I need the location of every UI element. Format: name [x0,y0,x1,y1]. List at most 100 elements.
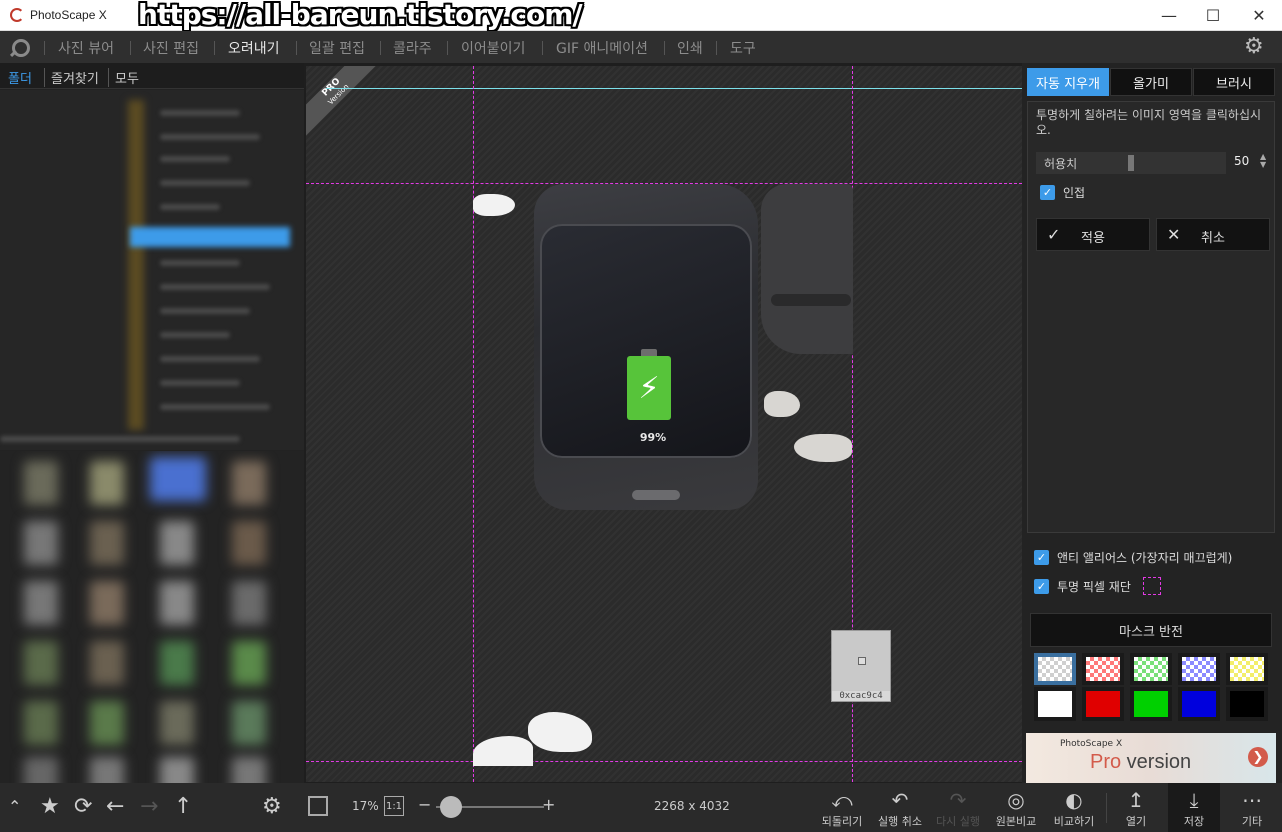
browser-tabs: 폴더 즐겨찾기 모두 [0,63,304,89]
zoom-level[interactable]: 17% [352,799,379,813]
promo-title: Pro version [1090,751,1191,774]
tolerance-slider[interactable]: 허용치 [1036,152,1226,174]
swatch-red-checker[interactable] [1082,653,1124,685]
swatch-yellow-checker[interactable] [1226,653,1268,685]
close-icon[interactable]: ✕ [1236,0,1282,31]
watch-strap [761,184,853,354]
revert-icon: ⤺ [831,788,853,812]
menu-photo-viewer[interactable]: 사진 뷰어 [58,38,114,58]
adjacent-checkbox[interactable]: ✓ [1040,185,1055,200]
image-dimensions: 2268 x 4032 [654,799,730,813]
swatch-black[interactable] [1226,687,1268,721]
remnant-area [764,391,800,417]
zoom-in-icon[interactable]: + [542,795,555,814]
watch-screen [540,224,752,458]
menu-photo-edit[interactable]: 사진 편집 [143,38,199,58]
chevron-up-icon[interactable]: ⌃ [8,795,21,819]
antialias-option[interactable]: ✓ 앤티 앨리어스 (가장자리 매끄럽게) [1034,549,1232,566]
tolerance-slider-handle[interactable] [1128,155,1134,171]
swatch-white[interactable] [1034,687,1076,721]
adjacent-option[interactable]: ✓ 인접 [1040,184,1085,201]
save-button[interactable]: ⤓ 저장 [1166,787,1222,831]
editing-canvas[interactable]: PRO Version ⚡ 99% [306,66,1022,782]
tab-lasso[interactable]: 올가미 [1110,68,1192,96]
promo-version: version [1121,751,1192,773]
gear-icon[interactable]: ⚙ [262,795,282,819]
zoom-out-icon[interactable]: − [418,795,431,814]
swatch-red[interactable] [1082,687,1124,721]
redo-icon: ↷ [949,788,967,812]
pro-badge-sub: Version [326,82,351,107]
thumbnail-grid[interactable] [0,451,304,783]
fit-to-window-icon[interactable] [308,796,328,816]
menu-batch-edit[interactable]: 일괄 편집 [309,38,365,58]
remnant-area [528,712,592,752]
tab-auto-eraser[interactable]: 자동 지우개 [1027,68,1109,96]
swatch-green[interactable] [1130,687,1172,721]
menu-separator [44,41,45,55]
antialias-checkbox[interactable]: ✓ [1034,550,1049,565]
menu-combine[interactable]: 이어붙이기 [461,38,525,58]
gear-icon[interactable]: ⚙ [1244,36,1264,58]
star-icon[interactable]: ★ [40,795,60,819]
search-icon[interactable] [12,39,30,57]
chevron-right-icon[interactable]: ❯ [1248,747,1268,767]
trim-option[interactable]: ✓ 투명 픽셀 재단 [1034,577,1161,595]
toolbar-separator [1106,793,1107,823]
open-icon: ↥ [1127,788,1145,812]
arrow-up-icon[interactable]: ↑ [174,795,192,819]
browser-toolbar: ⌃ ★ ⟳ ← → ↑ ⚙ [0,783,304,832]
menu-separator [130,41,131,55]
tab-all[interactable]: 모두 [108,68,139,87]
menu-cut-out[interactable]: 오려내기 [228,38,280,58]
minimize-icon[interactable]: — [1146,0,1192,31]
compare-original-label: 원본비교 [995,815,1037,828]
blog-watermark: https://all-bareun.tistory.com/ [138,0,583,31]
redo-button[interactable]: ↷ 다시 실행 [930,787,986,831]
selected-folder[interactable] [130,227,290,247]
arrow-right-icon[interactable]: → [140,795,158,819]
stepper-icon[interactable]: ▲ ▼ [1260,153,1266,169]
zoom-slider-handle[interactable] [440,796,462,818]
cancel-label: 취소 [1201,231,1225,246]
swatch-blue[interactable] [1178,687,1220,721]
more-button[interactable]: ⋯ 기타 [1224,787,1280,831]
folder-tree[interactable] [0,90,304,450]
tab-favorites[interactable]: 즐겨찾기 [44,68,99,87]
mask-invert-button[interactable]: 마스크 반전 [1030,613,1272,647]
menu-gif-animation[interactable]: GIF 애니메이션 [556,38,648,58]
save-icon: ⤓ [1189,788,1199,812]
menu-print[interactable]: 인쇄 [677,38,703,58]
crop-guide-bottom [306,761,1022,762]
tab-folders[interactable]: 폴더 [8,68,32,87]
battery-percent: 99% [639,431,667,444]
refresh-icon[interactable]: ⟳ [74,795,92,819]
compare-button[interactable]: ◐ 비교하기 [1046,787,1102,831]
cancel-button[interactable]: ✕ 취소 [1156,218,1270,251]
menu-separator [380,41,381,55]
undo-button[interactable]: ↶ 실행 취소 [872,787,928,831]
menu-collage[interactable]: 콜라주 [393,38,432,58]
apply-button[interactable]: ✓ 적용 [1036,218,1150,251]
undo-label: 실행 취소 [878,815,922,828]
compare-original-button[interactable]: ◎ 원본비교 [988,787,1044,831]
actual-size-button[interactable]: 1:1 [384,796,404,816]
menu-tools[interactable]: 도구 [730,38,756,58]
swatch-blue-checker[interactable] [1178,653,1220,685]
pro-version-banner[interactable]: PhotoScape X Pro version ❯ [1026,733,1276,783]
swatch-green-checker[interactable] [1130,653,1172,685]
window-title: PhotoScape X [30,8,107,22]
redo-label: 다시 실행 [936,815,980,828]
open-button[interactable]: ↥ 열기 [1108,787,1164,831]
arrow-left-icon[interactable]: ← [106,795,124,819]
menu-separator [447,41,448,55]
tab-brush[interactable]: 브러시 [1193,68,1275,96]
revert-button[interactable]: ⤺ 되돌리기 [814,787,870,831]
compare-icon: ◐ [1065,788,1083,812]
remnant-area [473,736,533,766]
maximize-icon[interactable]: ☐ [1190,0,1236,31]
trim-checkbox[interactable]: ✓ [1034,578,1049,594]
compare-label: 비교하기 [1053,815,1095,828]
tolerance-value[interactable]: 50 [1234,154,1249,168]
swatch-transparent[interactable] [1034,653,1076,685]
